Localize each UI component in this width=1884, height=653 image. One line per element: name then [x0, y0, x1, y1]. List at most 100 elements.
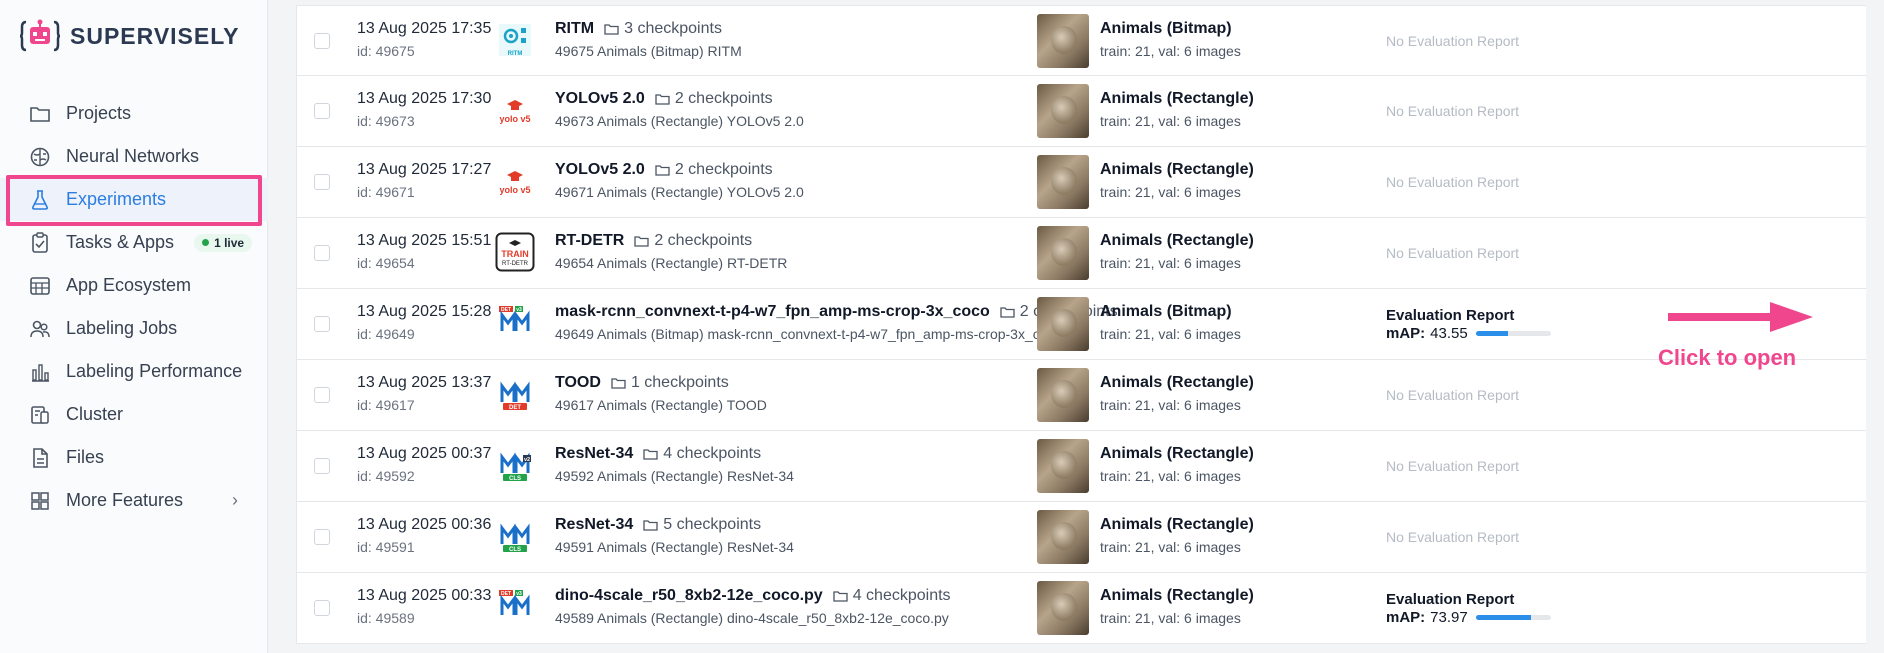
project-name[interactable]: Animals (Rectangle): [1100, 587, 1254, 605]
model-name-text: TOOD: [555, 374, 601, 391]
sidebar-item-tasks-apps[interactable]: Tasks & Apps 1 live: [0, 221, 268, 264]
no-evaluation-report-text: No Evaluation Report: [1386, 245, 1520, 261]
folder-icon: [643, 449, 658, 460]
framework-logo-icon: DET v3: [493, 585, 537, 629]
model-name-text: RT-DETR: [555, 232, 625, 249]
svg-text:CLS: CLS: [509, 476, 521, 482]
sidebar-item-labeling-performance[interactable]: Labeling Performance: [0, 350, 268, 393]
model-subtitle: 49671 Animals (Rectangle) YOLOv5 2.0: [555, 184, 804, 200]
experiment-row[interactable]: 13 Aug 2025 17:27 id: 49671 yolo v5 YOLOv5 …: [297, 147, 1866, 218]
model-name-text: dino-4scale_r50_8xb2-12e_coco.py: [555, 587, 823, 604]
map-progress-fill: [1475, 615, 1532, 620]
sidebar-item-files[interactable]: Files: [0, 436, 268, 479]
model-name[interactable]: YOLOv5 2.0 2 checkpoints: [555, 90, 773, 108]
no-evaluation-report-text: No Evaluation Report: [1386, 103, 1520, 119]
experiment-row[interactable]: 13 Aug 2025 13:37 id: 49617 DET TOOD 1 check…: [297, 360, 1866, 431]
row-checkbox[interactable]: [314, 529, 330, 545]
sidebar-item-experiments[interactable]: Experiments: [0, 175, 268, 226]
model-name[interactable]: RT-DETR 2 checkpoints: [555, 232, 752, 250]
folder-icon: [655, 165, 670, 176]
svg-text:DET: DET: [509, 405, 521, 411]
evaluation-report-link[interactable]: Evaluation Report: [1386, 591, 1514, 608]
supervisely-logo[interactable]: SUPERVISELY: [20, 18, 240, 54]
project-name[interactable]: Animals (Rectangle): [1100, 232, 1254, 250]
sidebar-item-label: Labeling Jobs: [66, 318, 178, 338]
experiment-row[interactable]: 13 Aug 2025 15:51 id: 49654 TRAIN RT-DETR RT…: [297, 218, 1866, 289]
model-subtitle: 49592 Animals (Rectangle) ResNet-34: [555, 468, 794, 484]
experiment-row[interactable]: 13 Aug 2025 00:33 id: 49589 DET v3 dino-4sca…: [297, 573, 1866, 644]
sidebar-item-projects[interactable]: Projects: [0, 92, 268, 135]
project-thumbnail[interactable]: [1037, 155, 1089, 209]
experiment-id: id: 49675: [357, 43, 415, 59]
model-name[interactable]: TOOD 1 checkpoints: [555, 374, 729, 392]
project-name[interactable]: Animals (Rectangle): [1100, 374, 1254, 392]
model-name[interactable]: YOLOv5 2.0 2 checkpoints: [555, 161, 773, 179]
row-checkbox[interactable]: [314, 458, 330, 474]
evaluation-report-link[interactable]: Evaluation Report: [1386, 307, 1514, 324]
checkpoints-link[interactable]: 4 checkpoints: [643, 445, 761, 463]
project-name[interactable]: Animals (Rectangle): [1100, 161, 1254, 179]
project-thumbnail[interactable]: [1037, 368, 1089, 422]
checkpoints-link[interactable]: 2 checkpoints: [634, 232, 752, 250]
checkpoints-link[interactable]: 3 checkpoints: [604, 20, 722, 38]
sidebar-item-app-ecosystem[interactable]: App Ecosystem: [0, 264, 268, 307]
project-thumbnail[interactable]: [1037, 581, 1089, 635]
project-thumbnail[interactable]: [1037, 510, 1089, 564]
row-checkbox[interactable]: [314, 245, 330, 261]
sidebar-item-cluster[interactable]: Cluster: [0, 393, 268, 436]
project-thumbnail[interactable]: [1037, 14, 1089, 68]
project-name[interactable]: Animals (Rectangle): [1100, 90, 1254, 108]
project-name[interactable]: Animals (Rectangle): [1100, 445, 1254, 463]
project-name[interactable]: Animals (Bitmap): [1100, 303, 1232, 321]
model-name[interactable]: RITM 3 checkpoints: [555, 20, 722, 38]
row-checkbox[interactable]: [314, 103, 330, 119]
checkpoints-count: 2 checkpoints: [674, 161, 773, 178]
project-thumbnail[interactable]: [1037, 297, 1089, 351]
sidebar-item-label: Tasks & Apps: [66, 232, 175, 252]
row-checkbox[interactable]: [314, 174, 330, 190]
sidebar-item-labeling-jobs[interactable]: Labeling Jobs: [0, 307, 268, 350]
server-icon: [28, 403, 52, 427]
checkpoints-link[interactable]: 5 checkpoints: [643, 516, 761, 534]
checkpoints-link[interactable]: 4 checkpoints: [833, 587, 951, 605]
dataset-split: train: 21, val: 6 images: [1100, 113, 1241, 129]
project-thumbnail[interactable]: [1037, 226, 1089, 280]
project-thumbnail[interactable]: [1037, 439, 1089, 493]
experiment-date: 13 Aug 2025 00:37: [357, 445, 492, 462]
sidebar-item-neural-networks[interactable]: Neural Networks: [0, 135, 268, 178]
row-checkbox[interactable]: [314, 387, 330, 403]
experiment-row[interactable]: 13 Aug 2025 00:36 id: 49591 CLS ResNet-34 5 …: [297, 502, 1866, 573]
row-checkbox[interactable]: [314, 33, 330, 49]
framework-logo-icon: yolo v5: [493, 88, 537, 132]
no-evaluation-report-text: No Evaluation Report: [1386, 458, 1520, 474]
experiment-id: id: 49617: [357, 397, 415, 413]
row-checkbox[interactable]: [314, 316, 330, 332]
experiment-row[interactable]: 13 Aug 2025 15:28 id: 49649 DET v3 mask-rcnn…: [297, 289, 1866, 360]
checkpoints-link[interactable]: 2 checkpoints: [655, 161, 773, 179]
model-name[interactable]: mask-rcnn_convnext-t-p4-w7_fpn_amp-ms-cr…: [555, 303, 1118, 321]
project-name[interactable]: Animals (Rectangle): [1100, 516, 1254, 534]
project-thumbnail[interactable]: [1037, 84, 1089, 138]
experiment-row[interactable]: 13 Aug 2025 17:30 id: 49673 yolo v5 YOLOv5 …: [297, 76, 1866, 147]
brain-icon: [28, 145, 52, 169]
map-metric: mAP: 73.97: [1386, 609, 1551, 626]
model-name-text: mask-rcnn_convnext-t-p4-w7_fpn_amp-ms-cr…: [555, 303, 990, 320]
model-name[interactable]: ResNet-34 4 checkpoints: [555, 445, 761, 463]
dataset-split: train: 21, val: 6 images: [1100, 397, 1241, 413]
experiment-row[interactable]: 13 Aug 2025 00:37 id: 49592 v2 CLS ResNet-34…: [297, 431, 1866, 502]
model-name[interactable]: dino-4scale_r50_8xb2-12e_coco.py 4 checkp…: [555, 587, 951, 605]
row-checkbox[interactable]: [314, 600, 330, 616]
users-icon: [28, 317, 52, 341]
sidebar-item-more-features[interactable]: More Features ›: [0, 479, 268, 522]
folder-icon: [1000, 307, 1015, 318]
checkpoints-link[interactable]: 1 checkpoints: [611, 374, 729, 392]
experiment-row[interactable]: 13 Aug 2025 17:35 id: 49675 RITM RITM 3 chec…: [297, 5, 1866, 76]
checkpoints-link[interactable]: 2 checkpoints: [655, 90, 773, 108]
svg-text:v3: v3: [516, 307, 522, 313]
model-name[interactable]: ResNet-34 5 checkpoints: [555, 516, 761, 534]
clipboard-icon: [28, 231, 52, 255]
checkpoints-count: 2 checkpoints: [654, 232, 753, 249]
live-dot-icon: [202, 239, 210, 246]
project-name[interactable]: Animals (Bitmap): [1100, 20, 1232, 38]
dataset-split: train: 21, val: 6 images: [1100, 255, 1241, 271]
